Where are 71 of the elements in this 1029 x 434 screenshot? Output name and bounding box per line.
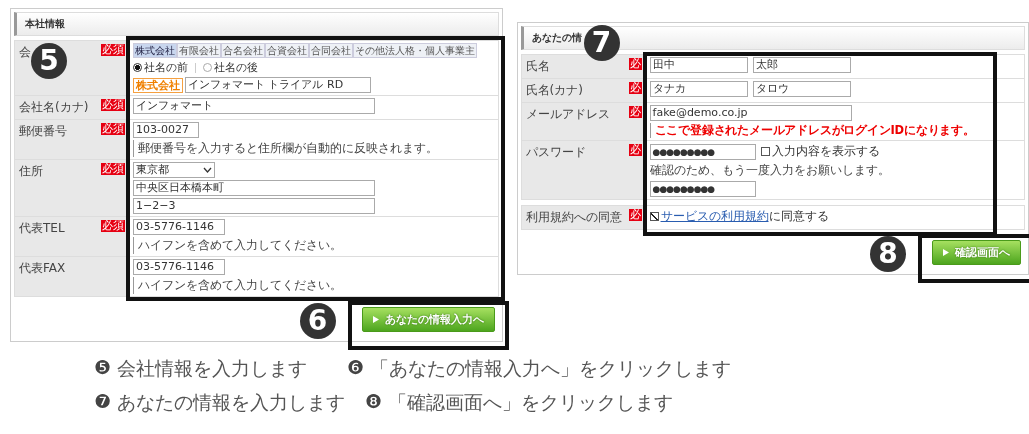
required-badge: 必須 xyxy=(101,44,125,56)
required-badge: 必須 xyxy=(101,99,125,111)
step-number: ❽ xyxy=(365,390,383,414)
checkbox-label: 入力内容を表示する xyxy=(771,143,880,160)
warning-text: ここで登録されたメールアドレスがログインIDになります。 xyxy=(649,123,975,138)
type-tab[interactable]: 株式会社 xyxy=(133,43,177,58)
field-label: 利用規約への同意 xyxy=(525,209,622,226)
type-tab[interactable]: 合名会社 xyxy=(221,43,265,58)
required-badge: 必 xyxy=(628,209,642,221)
text-field[interactable]: 03-5776-1146 xyxy=(133,259,225,275)
text-field[interactable]: fake@demo.co.jp xyxy=(649,105,852,121)
required-badge: 必 xyxy=(628,82,642,94)
required-badge: 必須 xyxy=(101,163,125,175)
required-badge: 必 xyxy=(628,144,642,156)
caret-icon xyxy=(203,167,212,173)
field-label: 会社名(カナ) xyxy=(19,99,89,116)
step-marker: 8 xyxy=(870,236,906,272)
caption-text: 「確認画面へ」をクリックします xyxy=(388,390,674,415)
step-number: ❻ xyxy=(347,356,365,380)
field-label: メールアドレス xyxy=(525,106,610,123)
field-label: 会 xyxy=(19,44,31,61)
field-label: パスワード xyxy=(525,144,586,161)
type-tab[interactable]: 合資会社 xyxy=(265,43,309,58)
step-number: ❺ xyxy=(94,356,112,380)
radio-label: 社名の後 xyxy=(214,60,258,75)
field-label: 郵便番号 xyxy=(19,123,67,140)
type-tab[interactable]: 有限会社 xyxy=(177,43,221,58)
text-field[interactable]: 103-0027 xyxy=(133,122,199,138)
field-label: 住所 xyxy=(19,163,43,180)
required-badge: 必 xyxy=(628,106,642,118)
step-marker: 6 xyxy=(299,303,336,339)
section-header: 本社情報 xyxy=(14,12,499,36)
text-field[interactable]: 太郎 xyxy=(752,57,851,73)
text-field[interactable]: インフォマート トライアル RD xyxy=(185,77,371,93)
help-text: 確認のため、もう一度入力をお願いします。 xyxy=(649,162,890,179)
field-label: 氏名(カナ) xyxy=(525,82,583,99)
terms-link[interactable]: サービスの利用規約 xyxy=(660,209,769,223)
help-text: ハイフンを含めて入力してください。 xyxy=(133,277,342,294)
text-field[interactable]: タロウ xyxy=(752,81,851,97)
triangle-icon xyxy=(372,316,379,323)
caption-text: あなたの情報を入力します xyxy=(117,390,346,415)
text-field[interactable]: 田中 xyxy=(649,57,748,73)
consent-text: サービスの利用規約に同意する xyxy=(660,208,829,225)
help-text: 郵便番号を入力すると住所欄が自動的に反映されます。 xyxy=(133,140,438,157)
password-field[interactable]: ●●●●●●●●● xyxy=(649,181,756,197)
triangle-icon xyxy=(943,249,949,256)
radio-button[interactable] xyxy=(203,63,212,72)
caption-text: 「あなたの情報入力へ」をクリックします xyxy=(370,356,732,381)
field-label: 代表TEL xyxy=(19,220,65,237)
text-field[interactable]: 中央区日本橋本町 xyxy=(133,180,375,196)
password-field[interactable]: ●●●●●●●●● xyxy=(649,143,756,160)
field-label: 氏名 xyxy=(525,58,550,75)
type-tab[interactable]: その他法人格・個人事業主 xyxy=(353,43,477,58)
step-number: ❼ xyxy=(94,390,112,414)
text-field[interactable]: インフォマート xyxy=(133,98,375,114)
required-badge: 必 xyxy=(628,58,642,70)
radio-label: 社名の前 xyxy=(144,60,188,75)
text-field[interactable]: タナカ xyxy=(649,81,748,97)
field-label: 代表FAX xyxy=(19,260,66,277)
prefix-tag: 株式会社 xyxy=(133,77,183,93)
caption-text: 会社情報を入力します xyxy=(117,356,308,381)
help-text: ハイフンを含めて入力してください。 xyxy=(133,237,342,254)
text-field[interactable]: 1−2−3 xyxy=(133,198,375,214)
type-tab[interactable]: 合同会社 xyxy=(309,43,353,58)
radio-button[interactable] xyxy=(133,63,142,72)
checkbox[interactable] xyxy=(649,212,659,221)
required-badge: 必須 xyxy=(101,123,125,135)
text-field[interactable]: 03-5776-1146 xyxy=(133,219,225,235)
select-field[interactable]: 東京都 xyxy=(133,162,215,178)
checkbox[interactable] xyxy=(760,147,770,156)
required-badge: 必須 xyxy=(101,220,125,232)
